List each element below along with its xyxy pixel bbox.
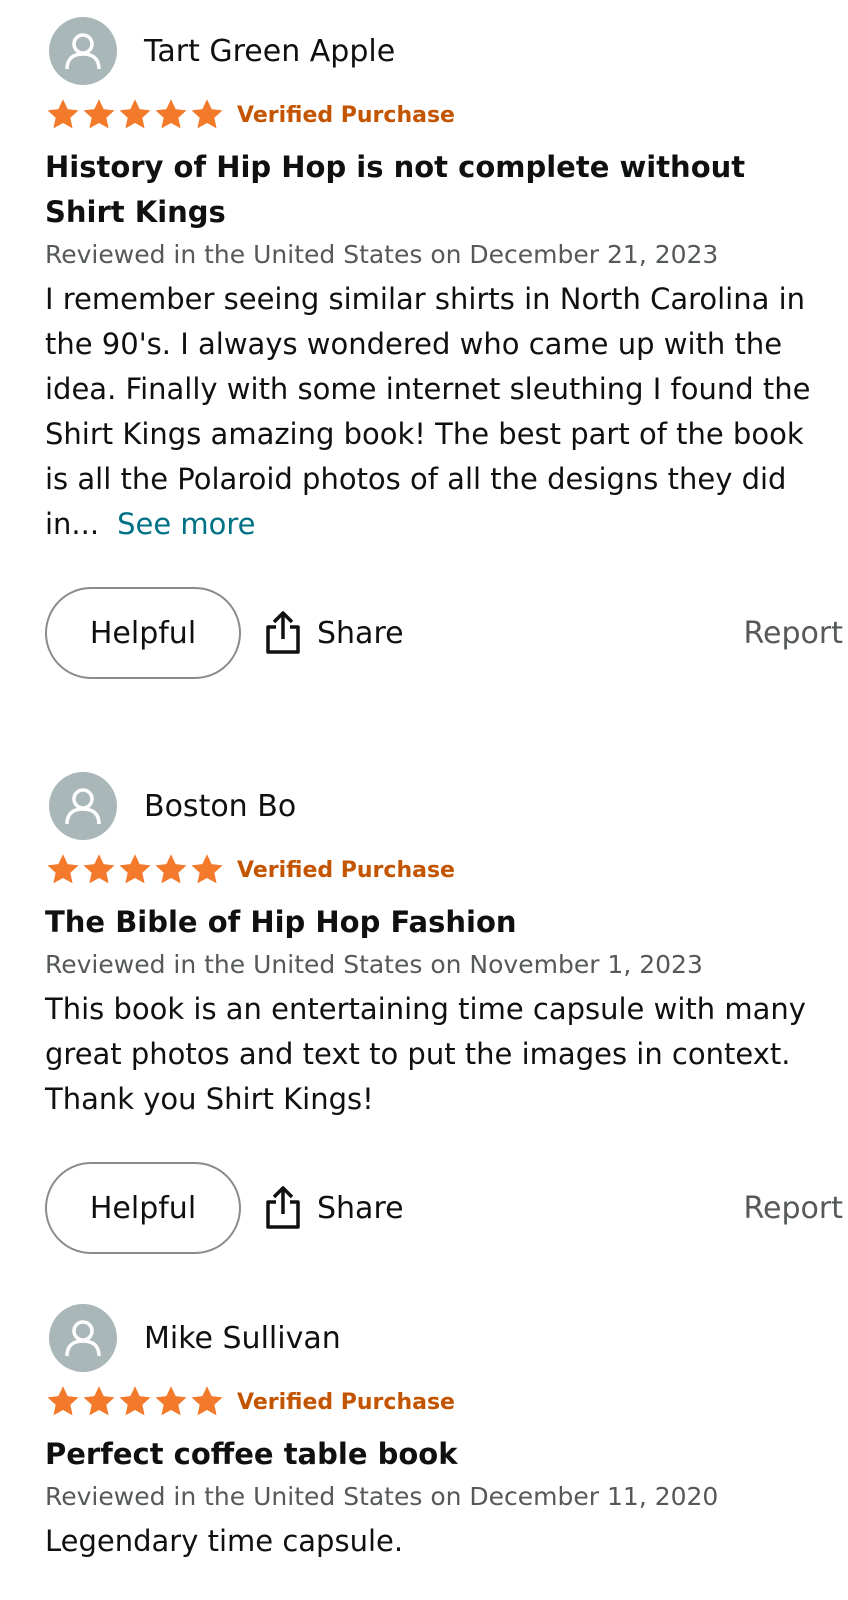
star-rating[interactable] [45, 1384, 225, 1420]
verified-purchase-badge: Verified Purchase [237, 857, 455, 883]
helpful-button[interactable]: Helpful [45, 587, 241, 679]
review-body: Legendary time capsule. [45, 1524, 404, 1558]
rating-row: Verified Purchase [45, 1382, 815, 1422]
reviewer-row: Mike Sullivan [45, 1304, 815, 1372]
report-link[interactable]: Report [744, 616, 843, 651]
review-title: The Bible of Hip Hop Fashion [45, 905, 517, 939]
avatar [49, 1304, 117, 1372]
star-rating[interactable] [45, 97, 225, 133]
star-icon [155, 99, 187, 129]
person-icon [65, 788, 101, 825]
review-date: Reviewed in the United States on Decembe… [45, 240, 719, 269]
review-card: Mike Sullivan Verified Purchase Perfect … [45, 1304, 815, 1564]
star-icon [47, 99, 79, 129]
review-title: Perfect coffee table book [45, 1437, 458, 1471]
star-icon [119, 99, 151, 129]
review-card: Tart Green Apple Verified Purchase Histo… [45, 17, 843, 681]
verified-purchase-badge: Verified Purchase [237, 102, 455, 128]
share-icon [266, 611, 300, 654]
review-body: I remember seeing similar shirts in Nort… [45, 282, 811, 541]
star-icon [83, 99, 115, 129]
avatar [49, 17, 117, 85]
reviewer-row: Tart Green Apple [45, 17, 815, 85]
share-button[interactable]: Share [263, 611, 404, 655]
star-icon [191, 1386, 223, 1416]
review-actions: Helpful Share Report [45, 585, 843, 681]
star-icon [47, 1386, 79, 1416]
reviewer-name[interactable]: Boston Bo [144, 789, 296, 824]
reviewer-row: Boston Bo [45, 772, 815, 840]
share-icon [266, 1186, 300, 1229]
review-actions: Helpful Share Report [45, 1160, 843, 1256]
star-icon [47, 854, 79, 884]
reviewer-name[interactable]: Mike Sullivan [144, 1321, 341, 1356]
verified-purchase-badge: Verified Purchase [237, 1389, 455, 1415]
reviewer-name[interactable]: Tart Green Apple [144, 34, 395, 69]
report-link[interactable]: Report [744, 1191, 843, 1226]
star-icon [191, 99, 223, 129]
review-card: Boston Bo Verified Purchase The Bible of… [45, 772, 843, 1256]
star-icon [83, 1386, 115, 1416]
rating-row: Verified Purchase [45, 850, 815, 890]
person-icon [65, 33, 101, 70]
review-text: I remember seeing similar shirts in Nort… [45, 277, 815, 547]
rating-row: Verified Purchase [45, 95, 815, 135]
review-date: Reviewed in the United States on Novembe… [45, 950, 703, 979]
review-body: This book is an entertaining time capsul… [45, 992, 806, 1116]
share-label: Share [317, 1190, 404, 1226]
share-label: Share [317, 615, 404, 651]
star-icon [119, 1386, 151, 1416]
review-title: History of Hip Hop is not complete witho… [45, 150, 746, 229]
review-date: Reviewed in the United States on Decembe… [45, 1482, 719, 1511]
share-button[interactable]: Share [263, 1186, 404, 1230]
see-more-link[interactable]: See more [117, 507, 255, 541]
star-icon [191, 854, 223, 884]
helpful-button[interactable]: Helpful [45, 1162, 241, 1254]
star-icon [83, 854, 115, 884]
avatar [49, 772, 117, 840]
star-icon [155, 854, 187, 884]
star-icon [155, 1386, 187, 1416]
person-icon [65, 1320, 101, 1357]
star-icon [119, 854, 151, 884]
star-rating[interactable] [45, 852, 225, 888]
